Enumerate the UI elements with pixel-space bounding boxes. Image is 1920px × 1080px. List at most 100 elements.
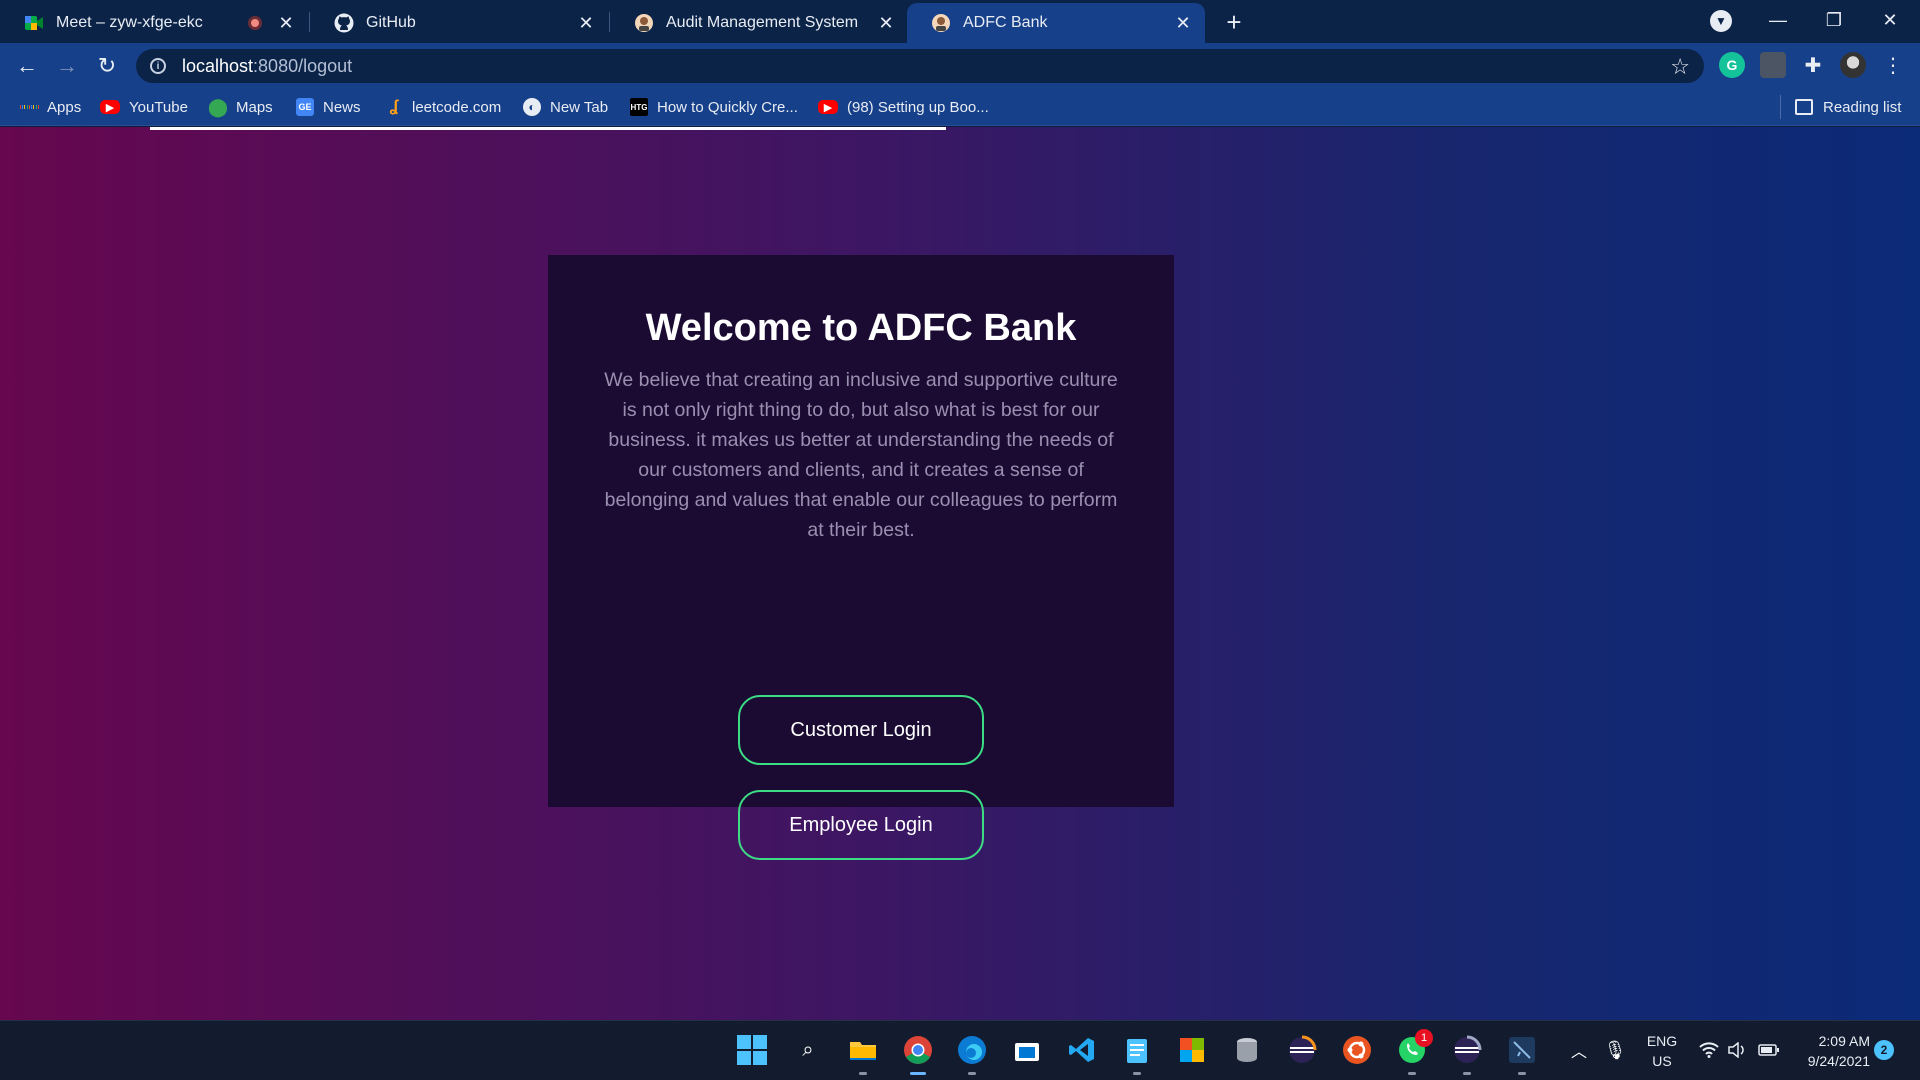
avatar-favicon [931,13,951,33]
language-region: US [1652,1053,1672,1069]
bookmark-star-icon[interactable]: ☆ [1670,54,1690,80]
extension-icon[interactable] [1760,52,1786,78]
address-bar[interactable]: i localhost:8080/logout ☆ [136,49,1704,83]
system-clock[interactable]: 2:09 AM 9/24/2021 [1790,1031,1870,1071]
close-window-button[interactable]: ✕ [1862,4,1918,36]
clock-date: 9/24/2021 [1807,1053,1870,1069]
chrome-icon[interactable] [901,1033,935,1075]
close-icon[interactable]: ✕ [1173,13,1193,33]
search-icon[interactable]: ⌕ [791,1033,825,1067]
bookmark-label: Apps [47,98,82,116]
ubuntu-icon[interactable] [1340,1033,1374,1067]
notepad-icon[interactable] [1120,1033,1154,1075]
leetcode-icon: ʆ [389,98,399,115]
eclipse-icon[interactable] [1450,1033,1484,1075]
site-info-icon[interactable]: i [150,58,166,74]
htg-icon: HTG [630,98,648,116]
close-icon: ✕ [1882,9,1898,30]
vscode-icon[interactable] [1065,1033,1099,1067]
tab-search-button[interactable]: ▼ [1710,10,1732,32]
reading-list-label: Reading list [1823,98,1902,116]
welcome-description: We believe that creating an inclusive an… [604,369,1118,541]
arrow-right-icon: → [56,53,78,78]
tab-title: ADFC Bank [963,14,1048,31]
recording-indicator-icon [248,16,262,30]
file-explorer-icon[interactable] [846,1033,880,1075]
grammarly-extension-icon[interactable]: G [1719,52,1745,78]
bookmark-label: New Tab [550,98,609,116]
forward-button[interactable]: → [50,49,84,83]
bookmark-label: leetcode.com [412,98,502,116]
tab-title: GitHub [366,14,416,31]
clock-time: 2:09 AM [1818,1033,1870,1049]
battery-icon[interactable] [1752,1033,1786,1067]
bookmark-how-to[interactable]: HTG How to Quickly Cre... [630,96,798,118]
url-path: :8080/logout [253,55,353,76]
apps-grid-icon [20,98,38,116]
bookmark-leetcode[interactable]: ʆ leetcode.com [385,96,502,118]
google-news-icon: GE [296,98,314,116]
reload-icon: ↻ [97,53,117,78]
bookmark-youtube[interactable]: ▶ YouTube [100,96,188,118]
customer-login-button[interactable]: Customer Login [738,695,984,765]
bookmark-news[interactable]: GE News [296,96,361,118]
google-meet-icon [24,13,44,33]
whatsapp-icon[interactable]: 1 [1395,1029,1433,1075]
bookmark-label: News [323,98,361,116]
profile-avatar[interactable] [1840,52,1866,78]
close-icon[interactable]: ✕ [876,13,896,33]
chevron-down-icon: ▼ [1715,14,1727,28]
mysql-workbench-icon[interactable] [1505,1033,1539,1075]
volume-icon[interactable] [1720,1033,1754,1067]
tab-audit-management[interactable]: Audit Management System ✕ [610,3,908,43]
reading-list-icon [1795,99,1813,115]
browser-toolbar: ← → ↻ i localhost:8080/logout ☆ G ✚ ⋮ [0,43,1920,88]
minimize-icon: — [1769,9,1787,30]
github-icon [334,13,354,33]
new-tab-button[interactable]: + [1220,7,1248,37]
youtube-icon: ▶ [100,100,120,114]
tab-title: Audit Management System [666,14,859,31]
language-indicator[interactable]: ENG US [1644,1031,1680,1071]
employee-login-button[interactable]: Employee Login [738,790,984,860]
whatsapp-unread-badge: 1 [1415,1029,1433,1047]
bookmark-new-tab[interactable]: ◐ New Tab [523,96,608,118]
back-button[interactable]: ← [10,49,44,83]
tab-github[interactable]: GitHub ✕ [310,3,608,43]
bookmarks-bar: Apps ▶ YouTube ⬤ Maps GE News ʆ leetcode… [0,88,1920,126]
page-viewport: Welcome to ADFC Bank We believe that cre… [0,127,1920,1020]
language-code: ENG [1646,1033,1678,1049]
bookmark-maps[interactable]: ⬤ Maps [208,96,273,118]
menu-kebab-icon[interactable]: ⋮ [1880,52,1906,78]
windows-taskbar: ⌕ 1 ︿ 🎙︎ [0,1020,1920,1080]
bookmark-label: How to Quickly Cre... [657,98,798,116]
minimize-button[interactable]: — [1750,4,1806,36]
restore-icon: ❐ [1825,9,1843,30]
eclipse-icon[interactable] [1285,1033,1319,1067]
arrow-left-icon: ← [16,53,38,78]
bookmark-apps[interactable]: Apps [20,96,81,118]
store-icon[interactable] [1010,1033,1044,1067]
address-url[interactable]: localhost:8080/logout [182,56,352,77]
bookmark-label: (98) Setting up Boo... [847,98,989,116]
extensions-puzzle-icon[interactable]: ✚ [1800,52,1826,78]
microphone-icon[interactable]: 🎙︎ [1598,1033,1632,1067]
bookmark-label: Maps [236,98,273,116]
bookmark-label: YouTube [129,98,188,116]
office-icon[interactable] [1175,1033,1209,1067]
edge-icon[interactable] [955,1033,989,1075]
close-icon[interactable]: ✕ [576,13,596,33]
globe-icon: ◐ [523,98,541,116]
notification-count-badge[interactable]: 2 [1874,1040,1894,1060]
tab-title: Meet – zyw-xfge-ekc [56,14,203,31]
restore-button[interactable]: ❐ [1806,4,1862,36]
tab-meet[interactable]: Meet – zyw-xfge-ekc ✕ [0,3,308,43]
tab-adfc-bank[interactable]: ADFC Bank ✕ [907,3,1205,43]
show-hidden-icons-chevron-up-icon[interactable]: ︿ [1562,1033,1596,1067]
reload-button[interactable]: ↻ [90,49,124,83]
database-icon[interactable] [1230,1033,1264,1067]
reading-list-button[interactable]: Reading list [1795,96,1901,118]
bookmark-setting-up[interactable]: ▶ (98) Setting up Boo... [818,96,989,118]
close-icon[interactable]: ✕ [276,13,296,33]
windows-start-icon[interactable] [735,1033,769,1067]
